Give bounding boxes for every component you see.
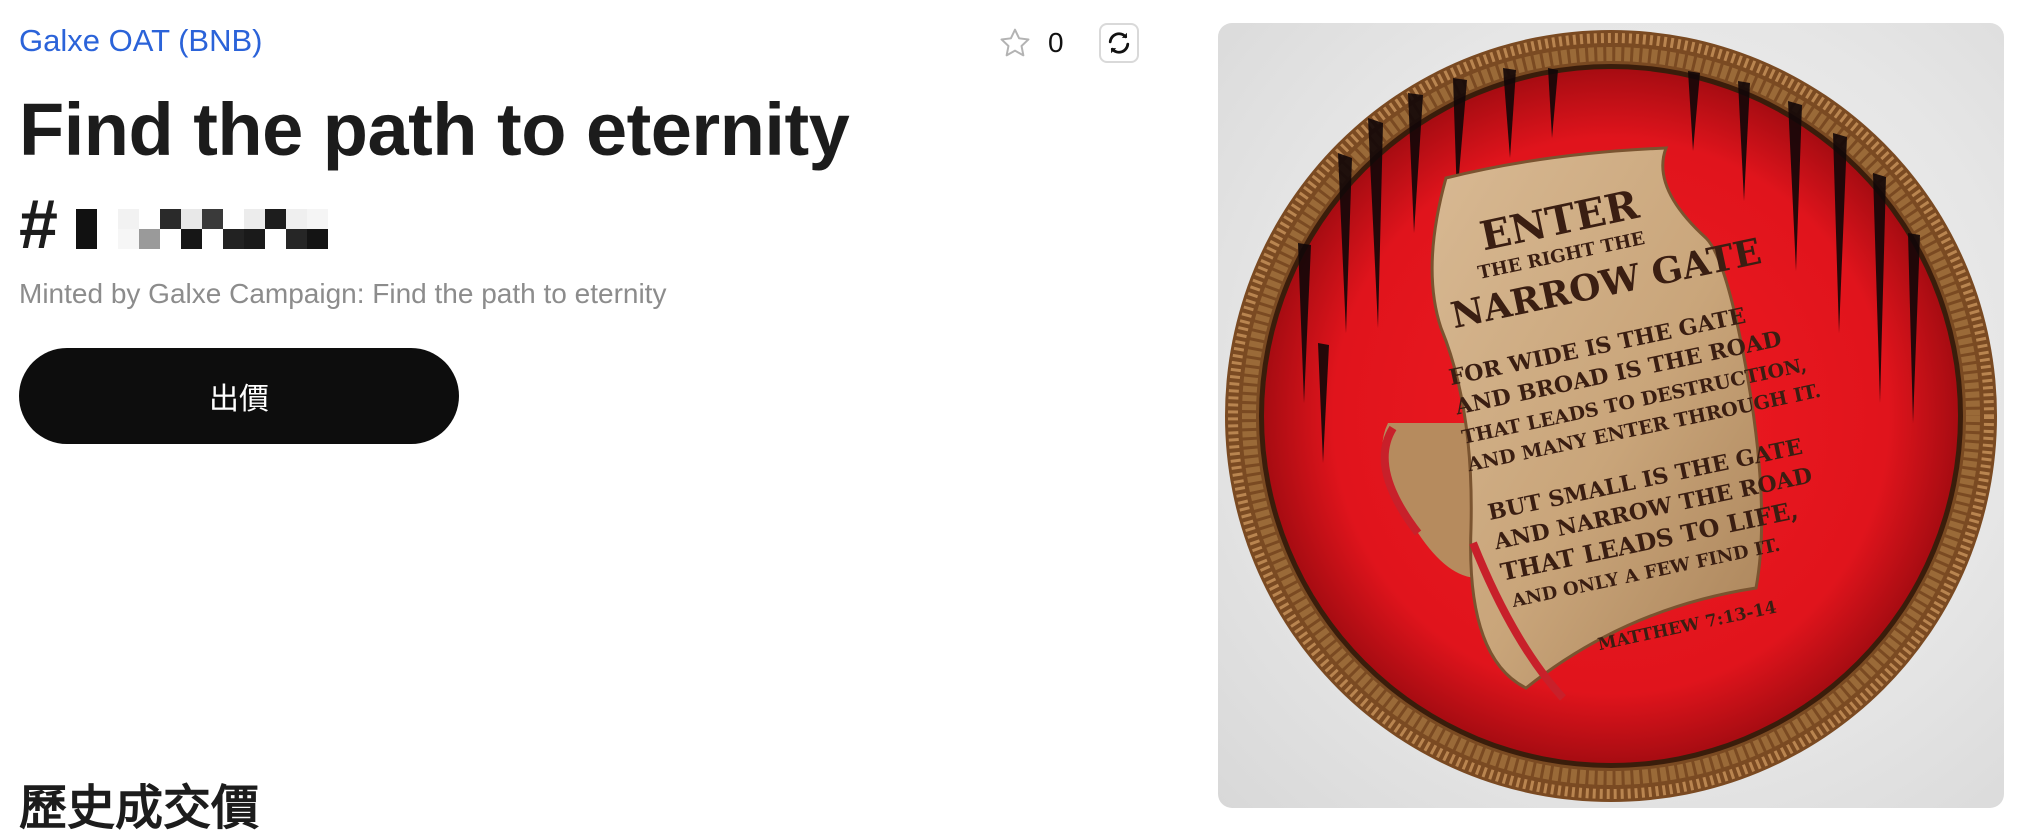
refresh-icon — [1108, 32, 1130, 54]
nft-detail-panel: Galxe OAT (BNB) 0 Find the path to etern… — [19, 0, 1169, 836]
price-history-heading: 歷史成交價 — [19, 780, 260, 836]
favorite-count: 0 — [1048, 27, 1064, 58]
refresh-button[interactable] — [1099, 23, 1139, 63]
nft-title: Find the path to eternity — [19, 88, 850, 171]
action-bar: 0 — [998, 22, 1139, 64]
nft-artwork: ENTER THE RIGHT THE NARROW GATE FOR WIDE… — [1218, 23, 2004, 808]
redacted-token-number — [75, 209, 328, 249]
star-icon — [1000, 28, 1030, 57]
token-hash: # — [19, 185, 58, 263]
favorite-button[interactable]: 0 — [998, 26, 1068, 60]
make-offer-button[interactable]: 出價 — [19, 348, 459, 444]
minted-by-text: Minted by Galxe Campaign: Find the path … — [19, 278, 667, 309]
artwork-image: ENTER THE RIGHT THE NARROW GATE FOR WIDE… — [1225, 30, 1997, 802]
collection-link[interactable]: Galxe OAT (BNB) — [19, 23, 262, 59]
token-id: # — [19, 178, 328, 270]
